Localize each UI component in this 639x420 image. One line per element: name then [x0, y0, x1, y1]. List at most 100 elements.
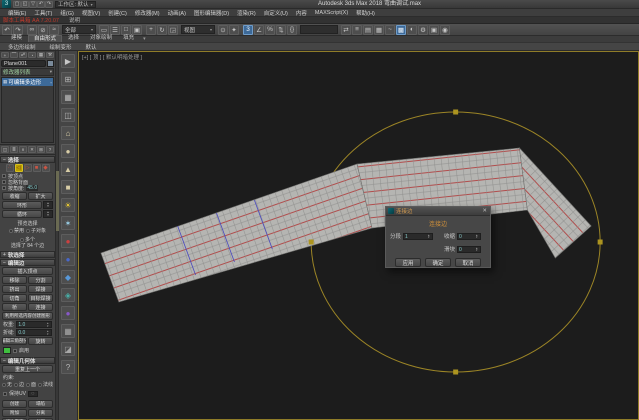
lock-stack-icon[interactable]: ◫ [1, 146, 9, 153]
edit-geometry-button[interactable]: 塌陷 [28, 400, 53, 408]
ribbon-tab[interactable]: 填充 [118, 35, 139, 42]
material-editor-icon[interactable]: ◐ [407, 25, 417, 35]
ribbon-toggle-icon[interactable]: ▦ [374, 25, 384, 35]
edit-edges-button[interactable]: 连接 [28, 303, 53, 311]
ribbon-panel-title[interactable]: 绘制变形 [50, 43, 72, 51]
ring-spinner[interactable]: ▴▾ [43, 201, 53, 209]
element-icon[interactable]: ◆ [42, 164, 50, 172]
border-icon[interactable]: ▷ [24, 164, 32, 172]
edit-named-selections-icon[interactable]: {} [287, 25, 297, 35]
select-by-name-icon[interactable]: ☰ [110, 25, 120, 35]
angle-snap-icon[interactable]: ∠ [254, 25, 264, 35]
apply-button[interactable]: 应用 [395, 258, 421, 267]
diamond-tool-icon[interactable]: ◆ [61, 270, 75, 284]
utilities-tab-icon[interactable]: ⚒ [46, 52, 54, 58]
checkbox-box[interactable] [3, 392, 7, 396]
menu-item[interactable]: 内容 [292, 9, 311, 17]
scale-icon[interactable]: ◲ [168, 25, 178, 35]
scrollbar-thumb[interactable] [56, 171, 59, 231]
rotate-icon[interactable]: ↻ [157, 25, 167, 35]
ring-button[interactable]: 环形 [2, 201, 42, 209]
ribbon-tab[interactable]: 自由形式 [28, 35, 62, 42]
display-tab-icon[interactable]: ▦ [37, 52, 45, 58]
plane-mesh[interactable] [101, 148, 591, 302]
menu-item[interactable]: 动画(A) [164, 9, 190, 17]
edit-geometry-button[interactable]: 附加 [2, 409, 27, 417]
rect-region-icon[interactable]: □ [121, 25, 131, 35]
mesh-tool-icon[interactable]: ▦ [61, 90, 75, 104]
edit-edges-button[interactable]: 挤出 [2, 285, 27, 293]
plugin-help-link[interactable]: 说明 [69, 16, 80, 24]
layer-manager-icon[interactable]: ▤ [363, 25, 373, 35]
viewport-label[interactable]: [+] [ 顶 ] [ 默认明暗处理 ] [82, 53, 142, 61]
open-file-icon[interactable]: ◱ [21, 1, 29, 8]
close-icon[interactable]: ✕ [481, 208, 488, 214]
save-file-icon[interactable]: ▽ [29, 1, 37, 8]
render-setup-icon[interactable]: ⚙ [418, 25, 428, 35]
box-primitive-icon[interactable]: ■ [61, 180, 75, 194]
make-unique-icon[interactable]: ∨ [19, 146, 27, 153]
insert-vertex-button[interactable]: 插入顶点 [2, 267, 53, 275]
blue-sphere-icon[interactable]: ● [61, 252, 75, 266]
spinner-snap-icon[interactable]: ⇅ [276, 25, 286, 35]
snaps-toggle-icon[interactable]: 3 [243, 25, 253, 35]
mirror-icon[interactable]: ⇄ [341, 25, 351, 35]
rollout-edit-geometry-header[interactable]: − 编辑几何体 [0, 357, 55, 364]
object-name-field[interactable]: Plane001 [1, 60, 46, 67]
edit-edges-button[interactable]: 焊接 [28, 285, 53, 293]
reference-coordinate-dropdown[interactable]: 视图 ▾ [181, 25, 215, 34]
selection-filter-dropdown[interactable]: 全部 ▾ [62, 25, 96, 34]
edit-edges-button[interactable]: 桥 [2, 303, 27, 311]
ok-button[interactable]: 确定 [425, 258, 451, 267]
new-file-icon[interactable]: ▢ [13, 1, 21, 8]
object-color-swatch[interactable] [47, 60, 54, 67]
ribbon-tab[interactable]: 选择 [63, 35, 84, 42]
menu-item[interactable]: 渲染(R) [233, 9, 260, 17]
turn-button[interactable]: 旋转 [28, 337, 53, 345]
create-tab-icon[interactable]: + [1, 52, 9, 58]
sphere-primitive-icon[interactable]: ● [61, 144, 75, 158]
3ds-max-logo-icon[interactable]: 3 [2, 0, 11, 8]
snowflake-icon[interactable]: ✶ [61, 216, 75, 230]
viewport-top[interactable]: [+] [ 顶 ] [ 默认明暗处理 ] 连接边 ✕ 连接边 分段 1▴▾ 收缩 [78, 51, 639, 420]
menu-item[interactable]: MAXScript(X) [311, 10, 352, 16]
edge-icon[interactable]: ◁ [15, 164, 23, 172]
command-panel-scrollbar[interactable] [56, 51, 59, 420]
checkbox[interactable]: 按角度: 45.0 [2, 185, 53, 191]
cancel-button[interactable]: 取消 [455, 258, 481, 267]
constraint-radio[interactable]: 法线 [38, 381, 53, 388]
radio-option[interactable]: 禁用 [9, 227, 24, 234]
constraint-radio[interactable]: 面 [26, 381, 36, 388]
loop-button[interactable]: 循环 [2, 210, 42, 218]
modifier-list-dropdown[interactable]: 修改器列表 ▾ [1, 68, 54, 76]
gem-tool-icon[interactable]: ◈ [61, 288, 75, 302]
viewport-canvas[interactable] [79, 52, 638, 419]
remove-modifier-icon[interactable]: ✕ [28, 146, 36, 153]
window-crossing-icon[interactable]: ▣ [132, 25, 142, 35]
redo-icon[interactable]: ↷ [45, 1, 53, 8]
ribbon-panel-title[interactable]: 默认 [86, 43, 97, 51]
edit-geometry-button[interactable]: 创建 [2, 400, 27, 408]
edit-edges-button[interactable]: 移除 [2, 276, 27, 284]
rollout-edit-edges-header[interactable]: − 编辑边 [0, 259, 55, 266]
ribbon-expand-icon[interactable]: ▾ [143, 36, 146, 42]
select-manipulate-icon[interactable]: ✦ [229, 25, 239, 35]
hierarchy-tab-icon[interactable]: ☍ [19, 52, 27, 58]
segments-spinner[interactable]: 1▴▾ [403, 233, 433, 240]
purple-sphere-icon[interactable]: ● [61, 306, 75, 320]
help-tool-icon[interactable]: ? [61, 360, 75, 374]
radio-option[interactable]: 子对象 [26, 227, 46, 234]
slide-spinner[interactable]: 0▴▾ [457, 246, 481, 253]
edit-triangulation-button[interactable]: 编辑三角剖分 [2, 337, 27, 345]
radio-option[interactable]: 多个 [20, 236, 35, 243]
percent-snap-icon[interactable]: % [265, 25, 275, 35]
checkbox-box[interactable] [13, 349, 17, 353]
select-arrow-icon[interactable]: ▶ [61, 54, 75, 68]
use-pivot-icon[interactable]: ⊙ [218, 25, 228, 35]
ribbon-tab[interactable]: 建模 [6, 35, 27, 42]
preserve-uv-settings[interactable]: ▢ [28, 391, 38, 397]
unlink-icon[interactable]: ⊘ [38, 25, 48, 35]
workspace-dropdown[interactable]: 工作区: 默认 ▾ [55, 1, 96, 8]
bind-spacewarp-icon[interactable]: ≈ [49, 25, 59, 35]
grid-tool-icon[interactable]: ⊞ [61, 72, 75, 86]
